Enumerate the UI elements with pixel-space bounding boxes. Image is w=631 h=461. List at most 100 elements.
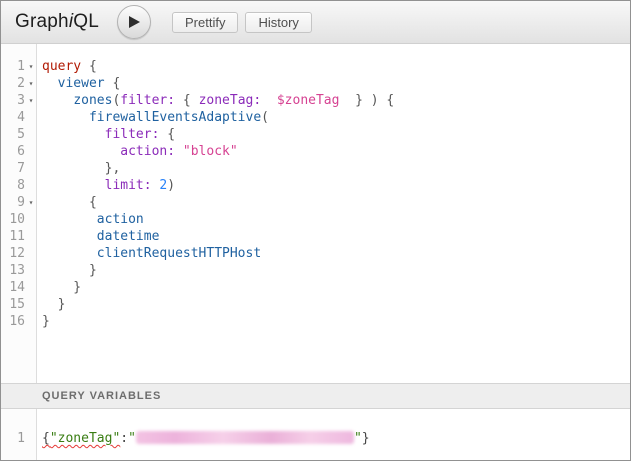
fold-arrow-icon[interactable]: ▾ [25,194,37,211]
code-token: " [128,431,136,446]
code-token: viewer [58,76,105,91]
code-token: }, [42,161,120,176]
code-token: zoneTag: [199,93,262,108]
code-token [42,127,105,142]
code-text: filter: { [37,126,175,143]
line-number: 2 [1,75,25,92]
code-token: ( [261,110,269,125]
line-number: 6 [1,143,25,160]
code-text: clientRequestHTTPHost [37,245,261,262]
code-line[interactable]: 14 } [1,279,630,296]
code-text: viewer { [37,75,120,92]
code-token: { [42,195,97,210]
code-token: "zoneTag" [50,431,120,446]
fold-gutter-spacer [25,228,37,245]
code-token [175,144,183,159]
code-text: }, [37,160,120,177]
code-token: action: [120,144,175,159]
fold-gutter-spacer [25,177,37,194]
code-text: limit: 2) [37,177,175,194]
line-number: 3 [1,92,25,109]
code-text: firewallEventsAdaptive( [37,109,269,126]
code-text: action [37,211,144,228]
code-line[interactable]: 16} [1,313,630,330]
line-number: 4 [1,109,25,126]
fold-arrow-icon[interactable]: ▾ [25,75,37,92]
line-number: 10 [1,211,25,228]
code-text: } [37,313,50,330]
code-token: ) [167,178,175,193]
line-number: 8 [1,177,25,194]
graphiql-window: GraphiQL Prettify History 1▾query {2▾ vi… [0,0,631,461]
code-line[interactable]: 15 } [1,296,630,313]
code-line[interactable]: 12 clientRequestHTTPHost [1,245,630,262]
code-token [42,76,58,91]
code-token: { [175,93,198,108]
code-line[interactable]: 13 } [1,262,630,279]
fold-gutter-spacer [25,245,37,262]
code-text: } [37,296,65,313]
code-line[interactable]: 4 firewallEventsAdaptive( [1,109,630,126]
fold-gutter-spacer [25,262,37,279]
code-token: : [120,431,128,446]
code-text: zones(filter: { zoneTag: $zoneTag } ) { [37,92,394,109]
fold-arrow-icon[interactable]: ▾ [25,58,37,75]
code-token [42,263,89,278]
line-number: 12 [1,245,25,262]
code-text: } [37,279,81,296]
code-token: clientRequestHTTPHost [97,246,261,261]
line-number: 1 [1,430,25,447]
fold-gutter-spacer [25,430,37,447]
fold-gutter-spacer [25,211,37,228]
code-line[interactable]: 11 datetime [1,228,630,245]
query-code-lines: 1▾query {2▾ viewer {3▾ zones(filter: { z… [1,44,630,330]
code-line[interactable]: 5 filter: { [1,126,630,143]
code-token: } [89,263,97,278]
line-number: 5 [1,126,25,143]
fold-gutter-spacer [25,313,37,330]
code-token: } ) { [339,93,394,108]
line-number: 14 [1,279,25,296]
code-text: query { [37,58,97,75]
line-number: 16 [1,313,25,330]
code-token: { [81,59,97,74]
code-token: "block" [183,144,238,159]
line-number: 7 [1,160,25,177]
code-line[interactable]: 10 action [1,211,630,228]
code-token: } [362,431,370,446]
code-token [261,93,277,108]
execute-query-button[interactable] [117,5,151,39]
code-token [42,229,97,244]
query-variables-title: QUERY VARIABLES [42,390,161,402]
fold-gutter-spacer [25,279,37,296]
line-number: 13 [1,262,25,279]
code-text: {"zoneTag":""} [37,430,370,447]
redacted-value [136,431,354,444]
code-token: { [42,431,50,446]
code-token: zones [73,93,112,108]
query-variables-header[interactable]: QUERY VARIABLES [1,383,630,409]
code-line[interactable]: 7 }, [1,160,630,177]
code-token: } [42,314,50,329]
fold-gutter-spacer [25,143,37,160]
line-number: 9 [1,194,25,211]
code-line[interactable]: 2▾ viewer { [1,75,630,92]
code-token: " [354,431,362,446]
code-line[interactable]: 1{"zoneTag":""} [1,430,630,447]
code-line[interactable]: 1▾query { [1,58,630,75]
variables-editor[interactable]: 1{"zoneTag":""} [1,409,630,460]
code-line[interactable]: 8 limit: 2) [1,177,630,194]
prettify-button[interactable]: Prettify [172,12,238,33]
code-line[interactable]: 6 action: "block" [1,143,630,160]
history-button[interactable]: History [245,12,311,33]
code-token: limit: [105,178,152,193]
fold-gutter-spacer [25,126,37,143]
code-text: action: "block" [37,143,238,160]
query-editor[interactable]: 1▾query {2▾ viewer {3▾ zones(filter: { z… [1,44,630,383]
line-number: 11 [1,228,25,245]
code-line[interactable]: 3▾ zones(filter: { zoneTag: $zoneTag } )… [1,92,630,109]
code-line[interactable]: 9▾ { [1,194,630,211]
code-token [42,212,97,227]
fold-arrow-icon[interactable]: ▾ [25,92,37,109]
code-token: query [42,59,81,74]
